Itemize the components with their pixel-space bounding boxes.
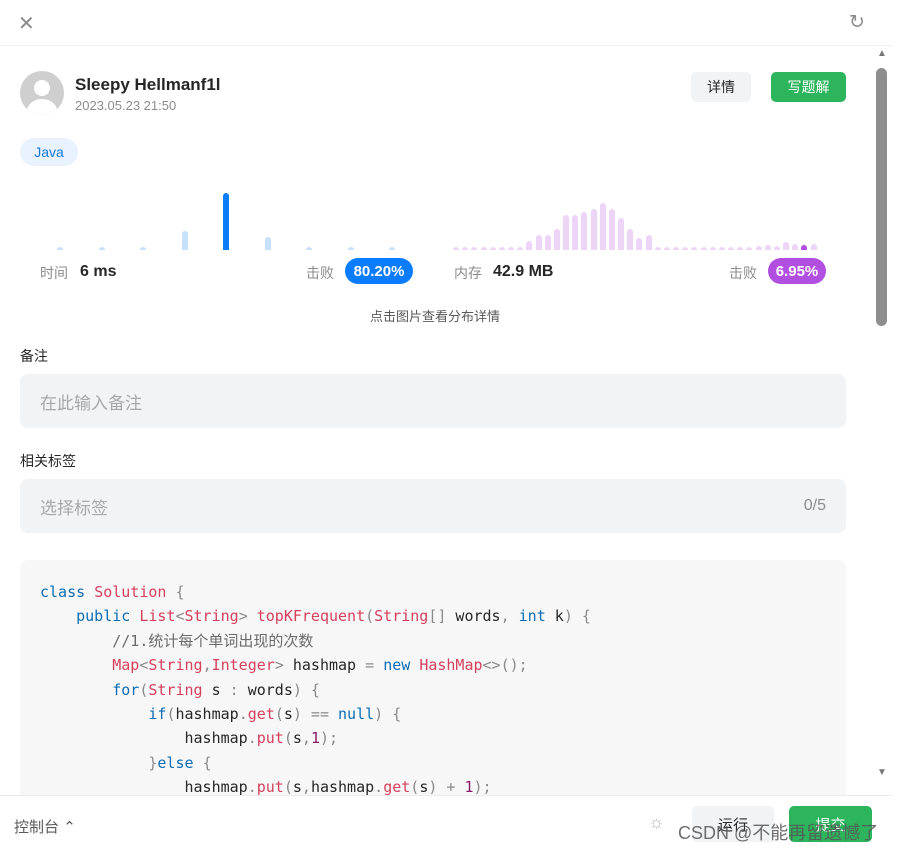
distribution-bar xyxy=(590,208,597,250)
write-solution-button[interactable]: 写题解 xyxy=(771,72,846,102)
distribution-bar xyxy=(783,242,790,250)
distribution-bar xyxy=(347,246,354,250)
submission-date: 2023.05.23 21:50 xyxy=(75,98,177,113)
distribution-bar xyxy=(810,244,817,250)
distribution-bar xyxy=(645,235,652,250)
distribution-bar xyxy=(599,203,606,250)
distribution-bar xyxy=(746,247,753,250)
memory-beat-label: 击败 xyxy=(729,265,757,281)
distribution-bar xyxy=(98,246,105,250)
console-toggle[interactable]: 控制台 ⌃ xyxy=(14,816,76,837)
distribution-bar xyxy=(755,246,762,250)
memory-beat-badge: 6.95% xyxy=(768,258,826,284)
chevron-up-icon: ⌃ xyxy=(63,819,76,836)
runtime-distribution-chart[interactable] xyxy=(40,190,420,250)
memory-distribution-chart[interactable] xyxy=(450,190,830,250)
top-bar: ✕ ↻ xyxy=(0,0,892,46)
distribution-bar xyxy=(140,246,146,250)
distribution-bar xyxy=(489,247,496,250)
distribution-bar xyxy=(535,235,542,250)
distribution-bar xyxy=(306,246,312,250)
distribution-bar xyxy=(792,244,799,250)
distribution-bar xyxy=(663,247,670,250)
distribution-bar xyxy=(682,247,689,250)
distribution-bar xyxy=(673,247,680,250)
distribution-bar xyxy=(508,247,515,250)
scroll-up-arrow-icon[interactable]: ▲ xyxy=(877,48,887,59)
close-icon[interactable]: ✕ xyxy=(18,11,35,36)
distribution-bar xyxy=(654,247,661,250)
refresh-icon[interactable]: ↻ xyxy=(849,11,865,34)
distribution-bar xyxy=(618,217,625,250)
distribution-bar xyxy=(773,246,780,250)
scroll-down-arrow-icon[interactable]: ▼ xyxy=(877,767,887,778)
distribution-bar xyxy=(57,246,63,250)
distribution-bar xyxy=(709,247,716,250)
tags-select[interactable]: 选择标签 0/5 xyxy=(20,479,846,533)
distribution-bar xyxy=(691,247,698,250)
note-placeholder: 在此输入备注 xyxy=(40,393,142,413)
chart-hint[interactable]: 点击图片查看分布详情 xyxy=(0,306,870,325)
distribution-bar xyxy=(471,247,478,250)
avatar[interactable] xyxy=(20,71,64,115)
distribution-bar xyxy=(453,247,459,250)
distribution-bar xyxy=(737,247,744,250)
distribution-bar xyxy=(563,214,570,250)
distribution-bar xyxy=(480,247,487,250)
scrollbar-thumb[interactable] xyxy=(876,68,887,326)
bug-icon[interactable]: ☼ xyxy=(648,812,665,833)
distribution-bar xyxy=(801,245,808,250)
distribution-bar xyxy=(223,193,229,250)
distribution-bar xyxy=(764,245,771,250)
distribution-bar xyxy=(264,237,271,250)
distribution-bar xyxy=(572,214,579,250)
memory-value: 42.9 MB xyxy=(493,263,554,280)
console-label: 控制台 xyxy=(14,819,60,836)
distribution-bar xyxy=(627,229,634,250)
distribution-bar xyxy=(581,211,588,250)
distribution-bar xyxy=(389,246,395,250)
language-tag: Java xyxy=(20,138,78,166)
distribution-bar xyxy=(728,247,735,250)
distribution-bar xyxy=(718,247,725,250)
distribution-bar xyxy=(517,247,524,250)
distribution-bar xyxy=(636,238,643,250)
runtime-beat-badge: 80.20% xyxy=(345,258,413,284)
code-block: class Solution { public List<String> top… xyxy=(20,560,846,800)
watermark: CSDN @不能再留遗憾了 xyxy=(678,823,879,843)
distribution-bar xyxy=(553,229,560,250)
distribution-bar xyxy=(462,247,469,250)
memory-label: 内存 xyxy=(454,265,482,281)
distribution-bar xyxy=(526,241,533,250)
tags-count: 0/5 xyxy=(803,497,826,514)
details-button[interactable]: 详情 xyxy=(691,72,751,102)
note-input[interactable]: 在此输入备注 xyxy=(20,374,846,428)
runtime-value: 6 ms xyxy=(80,263,117,280)
tags-placeholder: 选择标签 xyxy=(40,498,108,518)
distribution-bar xyxy=(498,247,505,250)
distribution-bar xyxy=(608,208,615,250)
tags-label: 相关标签 xyxy=(20,453,76,469)
distribution-bar xyxy=(700,247,707,250)
user-name[interactable]: Sleepy Hellmanf1l xyxy=(75,75,221,95)
distribution-bar xyxy=(181,231,188,250)
runtime-label: 时间 xyxy=(40,265,68,281)
runtime-beat-label: 击败 xyxy=(306,265,334,281)
distribution-bar xyxy=(544,235,551,250)
note-label: 备注 xyxy=(20,348,48,364)
